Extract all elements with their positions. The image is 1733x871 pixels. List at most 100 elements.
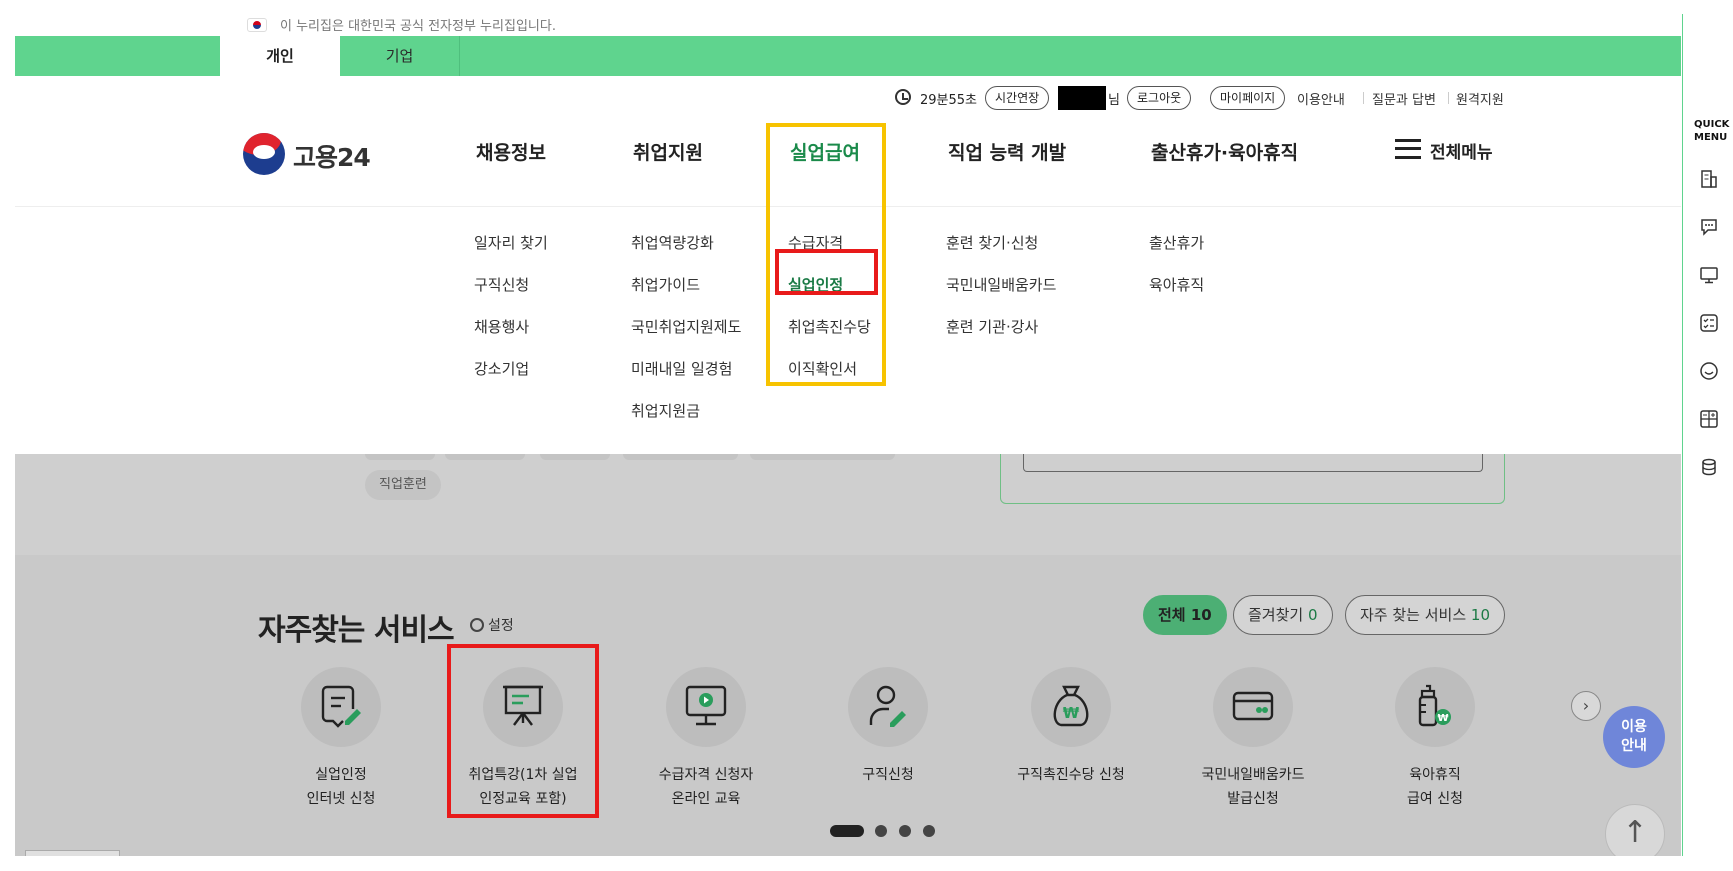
- service-icon-bg: [666, 667, 746, 747]
- chevron-right-icon: ›: [1582, 696, 1590, 715]
- monitor-icon[interactable]: [1699, 265, 1719, 285]
- submenu-maternity-leave[interactable]: 출산휴가: [1149, 232, 1204, 253]
- gov-notice-text: 이 누리집은 대한민국 공식 전자정부 누리집입니다.: [280, 19, 556, 34]
- submenu-future-work-experience[interactable]: 미래내일 일경험: [631, 358, 732, 379]
- submenu-employment-subsidy[interactable]: 취업지원금: [631, 400, 700, 421]
- page-dot-active[interactable]: [830, 825, 864, 837]
- baby-bottle-icon: ₩: [1418, 684, 1451, 727]
- checklist-icon[interactable]: [1699, 313, 1719, 333]
- page-dot[interactable]: [899, 825, 911, 837]
- user-type-tabs: 개인 기업: [15, 36, 1681, 76]
- menu-maternity-parental-leave[interactable]: 출산휴가·육아휴직: [1151, 138, 1298, 165]
- user-name-redacted: [1058, 86, 1106, 110]
- service-icon-bg: [1213, 667, 1293, 747]
- site-logo[interactable]: 고용24: [243, 132, 383, 176]
- tab-personal[interactable]: 개인: [220, 36, 340, 76]
- calculator-icon[interactable]: [1699, 409, 1719, 429]
- menu-vocational-training[interactable]: 직업 능력 개발: [948, 138, 1066, 165]
- submenu-learning-card[interactable]: 국민내일배움카드: [946, 274, 1056, 295]
- service-unemployment-recognition[interactable]: 실업인정 인터넷 신청: [251, 667, 431, 817]
- session-timer: 29분55초: [920, 93, 978, 108]
- filter-tab-frequent[interactable]: 자주 찾는 서비스 10: [1345, 595, 1506, 635]
- extend-session-button[interactable]: 시간연장: [985, 86, 1050, 110]
- submenu-training-institution[interactable]: 훈련 기관·강사: [946, 316, 1038, 337]
- service-learning-card-issue[interactable]: 국민내일배움카드 발급신청: [1163, 667, 1343, 817]
- taegeuk-logo-icon: [243, 133, 285, 175]
- svg-text:₩: ₩: [1063, 704, 1080, 722]
- submenu-capability[interactable]: 취업역량강화: [631, 232, 714, 253]
- link-usage-guide[interactable]: 이용안내: [1297, 89, 1345, 108]
- mypage-button[interactable]: 마이페이지: [1210, 86, 1286, 110]
- quick-menu: QUICK MENU: [1682, 14, 1733, 856]
- section-title: 자주찾는 서비스: [258, 613, 455, 648]
- submenu-job-fair[interactable]: 채용행사: [474, 316, 529, 337]
- highlight-box-service: [447, 644, 599, 818]
- login-panel-fragment: [1000, 454, 1505, 504]
- service-online-education[interactable]: 수급자격 신청자 온라인 교육: [616, 667, 796, 817]
- service-icon-bg: [848, 667, 928, 747]
- settings-button[interactable]: 설정: [470, 615, 514, 635]
- filter-label: 전체: [1158, 606, 1186, 624]
- menu-job-info[interactable]: 채용정보: [476, 138, 546, 165]
- service-label: 수급자격 신청자 온라인 교육: [658, 767, 754, 807]
- building-icon[interactable]: [1699, 169, 1719, 189]
- input-fragment: [1023, 454, 1483, 472]
- submenu-training-search[interactable]: 훈련 찾기·신청: [946, 232, 1038, 253]
- chat-bubble-icon[interactable]: [1699, 217, 1719, 237]
- filter-label: 자주 찾는 서비스: [1360, 606, 1467, 624]
- service-label: 국민내일배움카드 발급신청: [1201, 767, 1305, 807]
- arrow-up-icon: ↑: [1622, 815, 1648, 850]
- service-parental-leave-benefit[interactable]: ₩ 육아휴직 급여 신청: [1345, 667, 1525, 817]
- filter-tab-bookmarks[interactable]: 즐겨찾기 0: [1233, 595, 1333, 635]
- submenu-job-search[interactable]: 일자리 찾기: [474, 232, 548, 253]
- scroll-top-button[interactable]: ↑: [1605, 804, 1665, 856]
- screen: 이 누리집은 대한민국 공식 전자정부 누리집입니다. 개인 기업 29분55초…: [0, 0, 1733, 871]
- submenu-parental-leave[interactable]: 육아휴직: [1149, 274, 1204, 295]
- keyword-chip[interactable]: 직업훈련: [365, 470, 441, 500]
- money-bag-icon: ₩: [1053, 685, 1089, 727]
- page-dot[interactable]: [875, 825, 887, 837]
- hamburger-icon: [1395, 139, 1421, 159]
- usage-guide-floating-button[interactable]: 이용 안내: [1603, 706, 1665, 768]
- submenu-small-strong-company[interactable]: 강소기업: [474, 358, 529, 379]
- tab-business[interactable]: 기업: [340, 36, 460, 76]
- user-suffix: 님: [1108, 93, 1120, 108]
- submenu-national-employment-support[interactable]: 국민취업지원제도: [631, 316, 741, 337]
- utility-bar: 29분55초 시간연장 님 로그아웃 마이페이지 이용안내 질문과 답변 원격지…: [15, 86, 1681, 112]
- submenu-job-application[interactable]: 구직신청: [474, 274, 529, 295]
- highlight-box-submenu: [775, 249, 878, 295]
- all-menu-label: 전체메뉴: [1430, 143, 1493, 163]
- clock-icon: [895, 89, 911, 105]
- service-job-application[interactable]: 구직신청: [798, 667, 978, 817]
- filter-count: 10: [1190, 606, 1212, 624]
- service-icon-bg: [301, 667, 381, 747]
- divider: [1448, 92, 1449, 104]
- service-label: 실업인정 인터넷 신청: [306, 767, 376, 807]
- filter-tab-all[interactable]: 전체 10: [1143, 595, 1227, 635]
- svg-text:₩: ₩: [1437, 713, 1448, 724]
- link-remote-support[interactable]: 원격지원: [1456, 89, 1504, 108]
- filter-label: 즐겨찾기: [1248, 606, 1304, 624]
- service-icon-bg: ₩: [1031, 667, 1111, 747]
- service-job-seeking-allowance[interactable]: ₩ 구직촉진수당 신청: [981, 667, 1161, 817]
- coins-icon[interactable]: [1699, 457, 1719, 477]
- service-label: 구직신청: [862, 767, 914, 783]
- card-icon: [1232, 691, 1274, 721]
- document-pen-icon: [321, 685, 361, 728]
- service-label: 구직촉진수당 신청: [1017, 767, 1125, 783]
- bottom-tab-fragment: [25, 850, 120, 856]
- logout-button[interactable]: 로그아웃: [1127, 86, 1192, 110]
- frequent-services-section: 자주찾는 서비스 설정 전체 10 즐겨찾기 0 자주 찾는 서비스 10 실업…: [15, 555, 1681, 856]
- service-label: 육아휴직 급여 신청: [1407, 767, 1463, 807]
- page-dot[interactable]: [923, 825, 935, 837]
- filter-count: 10: [1470, 606, 1491, 624]
- smile-icon[interactable]: [1699, 361, 1719, 381]
- submenu-job-guide[interactable]: 취업가이드: [631, 274, 700, 295]
- carousel-next-button[interactable]: ›: [1571, 691, 1601, 721]
- menu-employment-support[interactable]: 취업지원: [633, 138, 703, 165]
- korea-flag-icon: [247, 18, 267, 32]
- settings-label: 설정: [488, 618, 514, 634]
- logo-text: 고용24: [293, 143, 371, 172]
- link-qna[interactable]: 질문과 답변: [1372, 89, 1436, 108]
- service-icon-bg: ₩: [1395, 667, 1475, 747]
